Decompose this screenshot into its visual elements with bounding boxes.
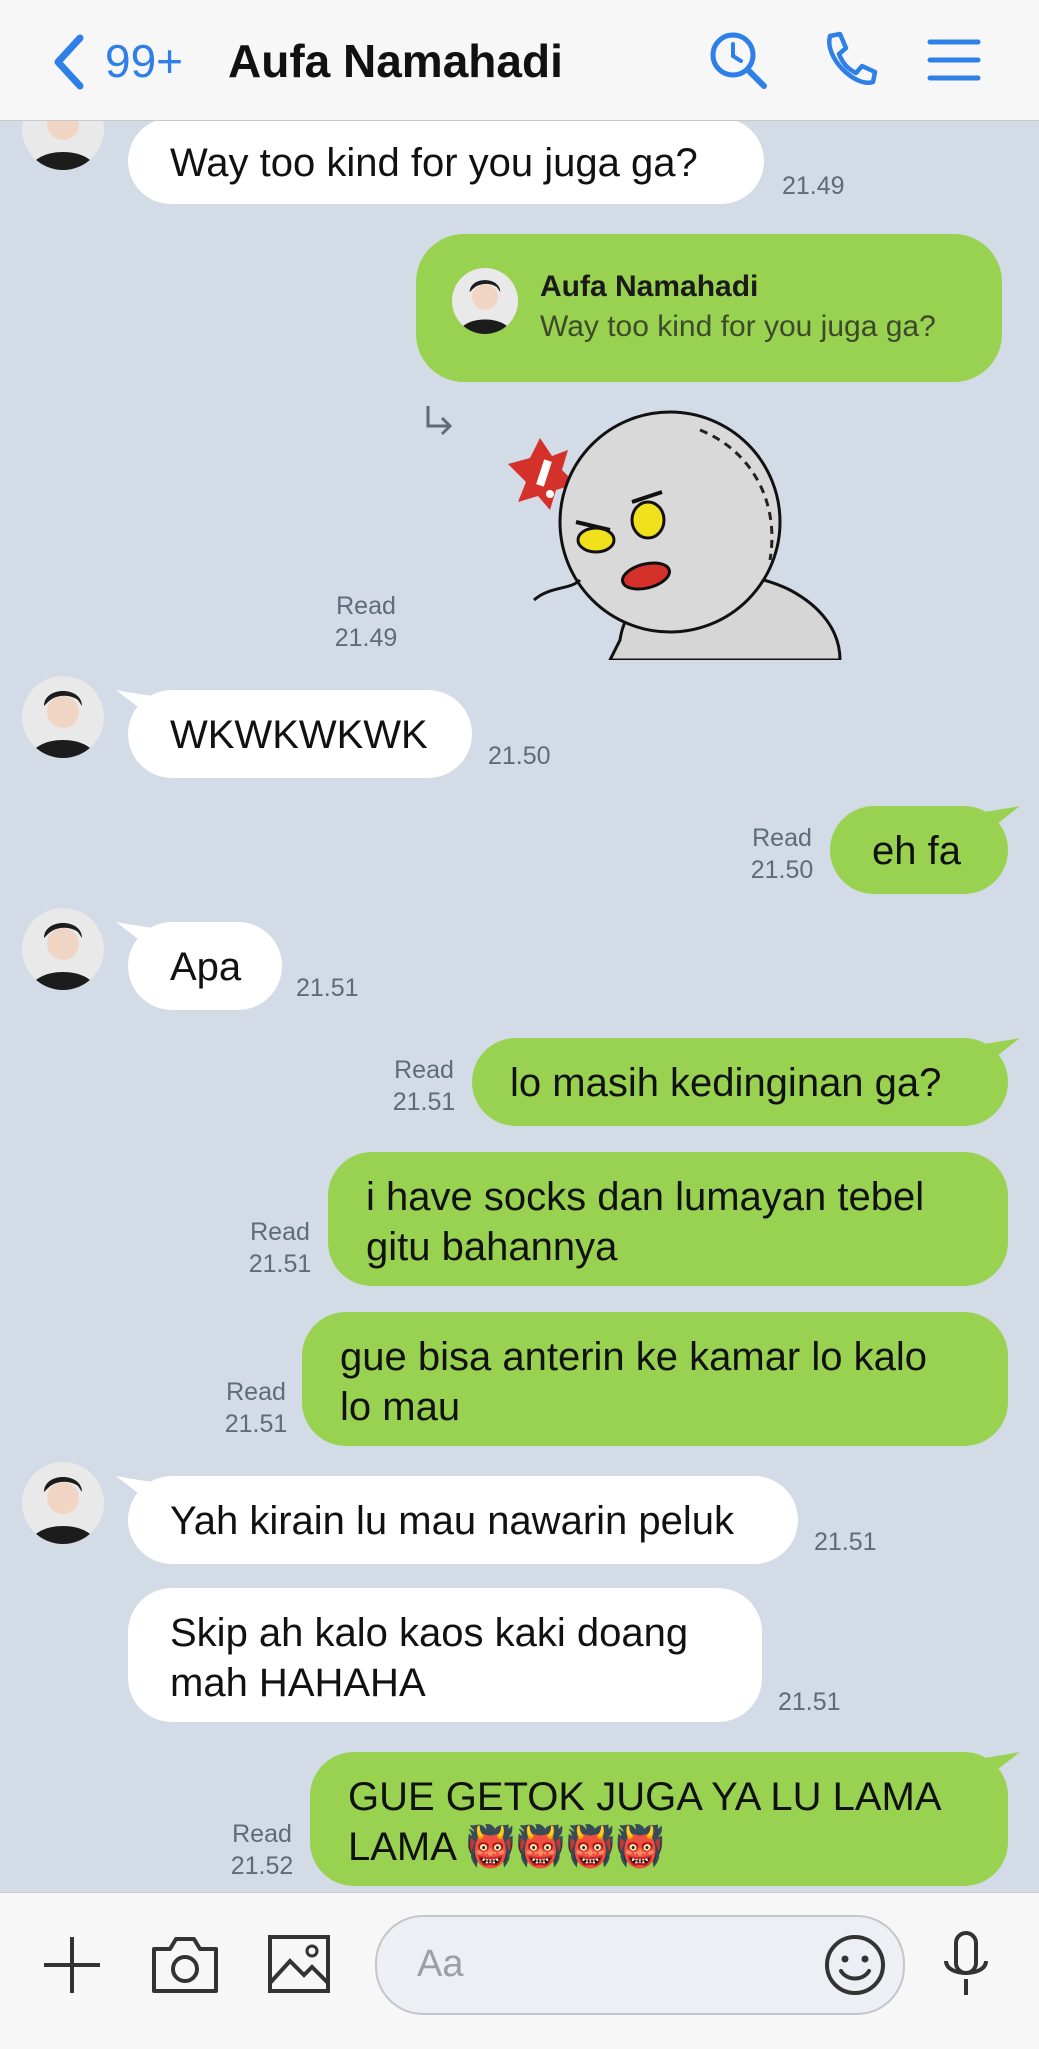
- message-toolbar: Aa: [0, 1892, 1039, 2049]
- message-bubble-incoming[interactable]: Apa: [128, 922, 282, 1010]
- message-time: 21.51: [814, 1528, 877, 1556]
- message-text: gue bisa anterin ke kamar lo kalo lo mau: [340, 1335, 927, 1429]
- avatar[interactable]: [22, 1462, 104, 1544]
- contact-name[interactable]: Aufa Namahadi: [228, 34, 563, 88]
- message-time: 21.49: [782, 172, 845, 200]
- message-bubble-outgoing[interactable]: eh fa: [830, 806, 1008, 894]
- chat-area[interactable]: Way too kind for you juga ga? 21.49 Aufa…: [0, 120, 1039, 1892]
- message-text: GUE GETOK JUGA YA LU LAMA LAMA 👹👹👹👹: [348, 1775, 942, 1869]
- read-receipt: Read 21.52: [230, 1820, 294, 1880]
- bubble-tail: [984, 1752, 1020, 1780]
- message-time: 21.51: [778, 1688, 841, 1716]
- unread-count[interactable]: 99+: [105, 34, 183, 88]
- reply-avatar: [452, 268, 518, 334]
- message-text: lo masih kedinginan ga?: [510, 1061, 942, 1105]
- read-receipt: Read 21.49: [334, 592, 398, 652]
- message-input-placeholder: Aa: [417, 1943, 464, 1985]
- phone-icon[interactable]: [816, 28, 880, 92]
- angry-moon-sticker[interactable]: [500, 410, 844, 660]
- avatar[interactable]: [22, 908, 104, 990]
- message-bubble-outgoing[interactable]: GUE GETOK JUGA YA LU LAMA LAMA 👹👹👹👹: [310, 1752, 1008, 1886]
- menu-icon[interactable]: [922, 28, 986, 92]
- avatar[interactable]: [22, 676, 104, 758]
- message-bubble-incoming[interactable]: Yah kirain lu mau nawarin peluk: [128, 1476, 798, 1564]
- message-text: eh fa: [872, 829, 961, 873]
- message-input[interactable]: Aa: [375, 1915, 905, 2015]
- message-bubble-incoming[interactable]: Way too kind for you juga ga?: [128, 120, 764, 204]
- message-bubble-incoming[interactable]: Skip ah kalo kaos kaki doang mah HAHAHA: [128, 1588, 762, 1722]
- search-icon[interactable]: [706, 28, 770, 92]
- camera-icon[interactable]: [150, 1933, 220, 1995]
- message-bubble-outgoing[interactable]: i have socks dan lumayan tebel gitu baha…: [328, 1152, 1008, 1286]
- message-bubble-incoming[interactable]: WKWKWKWK: [128, 690, 472, 778]
- message-bubble-outgoing[interactable]: lo masih kedinginan ga?: [472, 1038, 1008, 1126]
- reply-arrow-icon: [426, 406, 453, 436]
- emoji-icon[interactable]: [823, 1933, 887, 1997]
- message-text: WKWKWKWK: [170, 713, 428, 757]
- reply-sender-name: Aufa Namahadi: [540, 270, 759, 303]
- message-text: Skip ah kalo kaos kaki doang mah HAHAHA: [170, 1611, 689, 1705]
- chat-header: 99+ Aufa Namahadi: [0, 0, 1039, 121]
- message-time: 21.51: [296, 974, 359, 1002]
- back-chevron-icon[interactable]: [48, 32, 88, 92]
- reply-bubble-outgoing[interactable]: Aufa Namahadi Way too kind for you juga …: [416, 234, 1002, 382]
- bubble-tail: [984, 1038, 1020, 1066]
- microphone-icon[interactable]: [940, 1929, 992, 2001]
- image-icon[interactable]: [266, 1933, 332, 1995]
- message-bubble-outgoing[interactable]: gue bisa anterin ke kamar lo kalo lo mau: [302, 1312, 1008, 1446]
- message-time: 21.50: [488, 742, 551, 770]
- bubble-tail: [984, 806, 1020, 834]
- read-receipt: Read 21.51: [248, 1218, 312, 1278]
- message-text: Yah kirain lu mau nawarin peluk: [170, 1499, 735, 1543]
- message-text: Way too kind for you juga ga?: [170, 141, 698, 185]
- avatar[interactable]: [22, 120, 104, 170]
- read-receipt: Read 21.50: [750, 824, 814, 884]
- reply-quoted-text: Way too kind for you juga ga?: [540, 310, 936, 343]
- read-receipt: Read 21.51: [224, 1378, 288, 1438]
- message-text: Apa: [170, 945, 242, 989]
- plus-icon[interactable]: [40, 1933, 104, 1997]
- message-text: i have socks dan lumayan tebel gitu baha…: [366, 1175, 925, 1269]
- read-receipt: Read 21.51: [392, 1056, 456, 1116]
